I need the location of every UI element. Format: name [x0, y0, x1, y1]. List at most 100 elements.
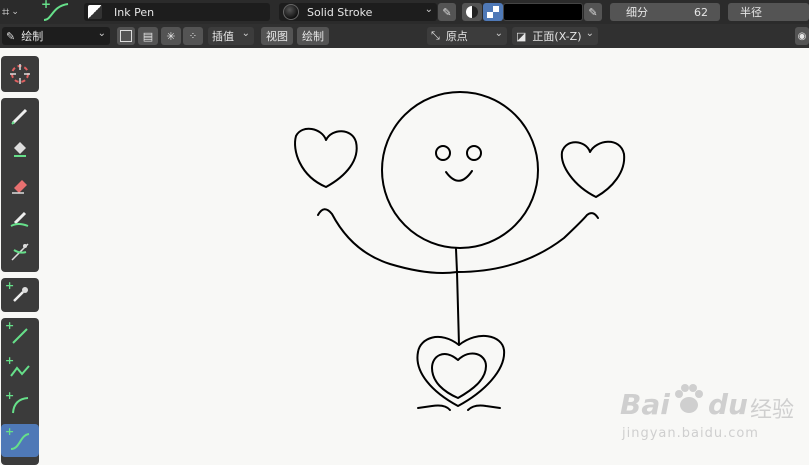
- plus-icon: +: [5, 354, 15, 367]
- layers-toggle[interactable]: ▤: [138, 27, 158, 45]
- chevron-down-icon: ⌄: [585, 28, 594, 39]
- watermark-brand-a: Bai: [620, 388, 670, 421]
- tool-cutter[interactable]: [1, 235, 39, 268]
- material-sphere-icon: [283, 4, 299, 20]
- subdivide-field[interactable]: 细分 62: [610, 3, 720, 21]
- material-name: Solid Stroke: [307, 5, 373, 19]
- plus-icon: +: [41, 0, 52, 11]
- drawing-plane-selector[interactable]: ◪ 正面(X-Z) ⌄: [512, 27, 598, 45]
- draw-menu[interactable]: 绘制: [297, 27, 329, 45]
- grid-icon: ⌗: [2, 4, 10, 20]
- frame-icon: [120, 30, 132, 42]
- editor-type-selector[interactable]: ⌗ ⌄: [2, 3, 32, 21]
- mode-selector[interactable]: ✎ 绘制 ⌄: [2, 27, 110, 45]
- watermark-url: jingyan.baidu.com: [622, 426, 759, 441]
- chevron-down-icon: ⌄: [241, 28, 250, 39]
- chevron-down-icon: ⌄: [97, 28, 106, 39]
- origin-icon: ⤡: [431, 29, 440, 42]
- falloff-toggle[interactable]: ✳: [161, 27, 181, 45]
- brush-icon: [88, 5, 102, 19]
- right-eye-stroke: [466, 145, 482, 161]
- tool-erase[interactable]: [1, 167, 39, 200]
- plane-icon: ◪: [516, 29, 527, 43]
- interpolate-menu[interactable]: 插值 ⌄: [208, 27, 254, 45]
- tool-draw[interactable]: [1, 99, 39, 132]
- mode-label: 绘制: [21, 30, 44, 43]
- tool-fill[interactable]: [1, 133, 39, 166]
- tool-settings-header: ⌗ ⌄ + Ink Pen Solid Stroke ⌄ ✎ ✎ 细分 62 半…: [0, 0, 809, 24]
- material-selector[interactable]: Solid Stroke ⌄: [279, 3, 437, 21]
- pen-icon: [11, 108, 28, 125]
- tool-eyedropper[interactable]: +: [1, 278, 39, 311]
- smile-stroke: [445, 170, 473, 182]
- draw-menu-label: 绘制: [302, 30, 324, 43]
- tool-group-paint: [1, 98, 39, 272]
- pin-material-button[interactable]: ✎: [438, 3, 456, 21]
- plus-icon: +: [5, 279, 15, 292]
- pencil-icon: ✎: [6, 29, 16, 43]
- tool-polyline[interactable]: +: [1, 353, 39, 386]
- left-heart-stroke: [294, 127, 358, 188]
- half-circle-icon: [466, 6, 478, 18]
- origin-label: 原点: [445, 30, 468, 43]
- stroke-placement-selector[interactable]: ⤡ 原点 ⌄: [427, 27, 507, 45]
- right-foot-stroke: [467, 404, 501, 411]
- viewport-header: ✎ 绘制 ⌄ ▤ ✳ ⁘ 插值 ⌄ 视图 绘制 ⤡ 原点 ⌄ ◪ 正面(X-Z)…: [0, 24, 809, 49]
- guides-toggle[interactable]: ⁘: [183, 27, 203, 45]
- watermark-brand-b: du: [708, 388, 748, 421]
- eye-icon: ◉: [797, 30, 807, 42]
- view-menu-label: 视图: [266, 30, 288, 43]
- subdivide-label: 细分: [626, 6, 648, 19]
- pin-icon: ✎: [588, 5, 598, 19]
- multiframe-toggle[interactable]: [117, 27, 135, 45]
- left-foot-stroke: [417, 404, 451, 411]
- brush-name: Ink Pen: [114, 5, 155, 19]
- dots-grid-icon: ⁘: [188, 30, 198, 42]
- arms-stroke: [317, 208, 599, 274]
- tool-curve[interactable]: +: [1, 424, 39, 457]
- head-stroke: [381, 91, 539, 249]
- plane-label: 正面(X-Z): [532, 30, 582, 43]
- layers-icon: ▤: [142, 29, 154, 43]
- cursor-icon: [10, 63, 30, 84]
- scissors-icon: [11, 242, 29, 261]
- radius-label: 半径: [740, 6, 762, 19]
- chevron-down-icon: ⌄: [424, 4, 433, 15]
- tool-group-cursor: [1, 56, 39, 92]
- tool-group-eyedropper: +: [1, 278, 39, 312]
- stroke-color-swatch[interactable]: [503, 3, 583, 21]
- body-stroke: [455, 248, 460, 346]
- interpolate-label: 插值: [212, 30, 234, 43]
- material-color-toggle[interactable]: [462, 3, 482, 21]
- chevron-down-icon: ⌄: [11, 7, 19, 17]
- checker-icon: [487, 6, 499, 18]
- tool-group-primitives: + + + +: [1, 318, 39, 465]
- left-eye-stroke: [435, 145, 451, 161]
- tool-line[interactable]: +: [1, 318, 39, 351]
- brush-selector[interactable]: Ink Pen: [84, 3, 270, 21]
- plus-icon: +: [5, 389, 15, 402]
- legs-heart-inner-stroke: [431, 352, 487, 399]
- pin-icon: ✎: [442, 5, 452, 19]
- overlay-toggle[interactable]: ◉: [795, 27, 809, 45]
- brush-icon: [10, 211, 29, 227]
- plus-icon: +: [5, 425, 15, 438]
- tool-cursor[interactable]: [1, 57, 39, 90]
- view-menu[interactable]: 视图: [261, 27, 293, 45]
- paw-icon: [675, 384, 703, 413]
- active-tool-icon[interactable]: +: [38, 0, 74, 24]
- eraser-icon: [12, 179, 27, 194]
- sparkle-icon: ✳: [166, 29, 176, 43]
- vertex-color-toggle[interactable]: [483, 3, 503, 21]
- right-heart-stroke: [560, 140, 626, 198]
- chevron-down-icon: ⌄: [494, 28, 503, 39]
- bucket-icon: [14, 141, 26, 157]
- watermark: Bai du 经验 jingyan.baidu.com: [620, 380, 800, 450]
- plus-icon: +: [5, 319, 15, 332]
- watermark-brand-cn: 经验: [750, 398, 795, 423]
- radius-field[interactable]: 半径: [728, 3, 809, 21]
- tool-tint[interactable]: [1, 201, 39, 234]
- pin-color-button[interactable]: ✎: [584, 3, 602, 21]
- tool-arc[interactable]: +: [1, 388, 39, 421]
- subdivide-value: 62: [694, 5, 708, 19]
